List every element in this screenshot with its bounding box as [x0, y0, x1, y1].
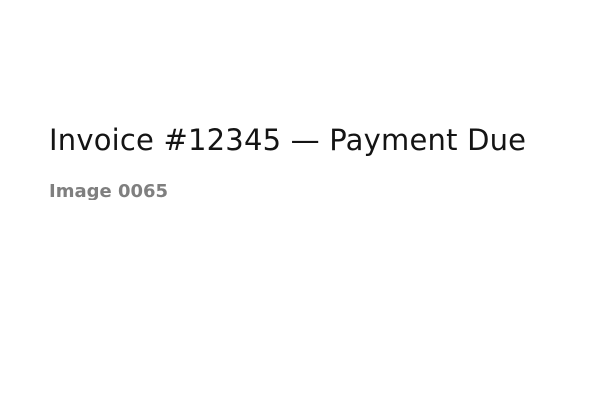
- image-canvas: Invoice #12345 — Payment Due Image 0065: [0, 0, 600, 400]
- image-caption: Image 0065: [49, 181, 169, 200]
- invoice-heading: Invoice #12345 — Payment Due: [49, 123, 527, 157]
- caption-container: Image 0065: [49, 178, 249, 200]
